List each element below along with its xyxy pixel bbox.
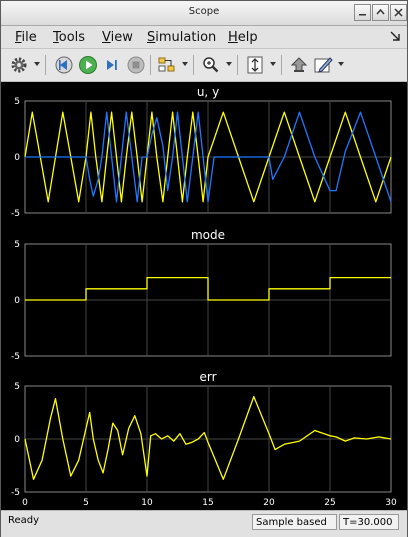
close-icon[interactable] [390,4,407,21]
menu-bar: File Tools View Simulation Help [1,26,407,49]
y-tick-label: 5 [14,97,20,107]
menu-file[interactable]: File [15,30,37,45]
menu-help-mnemonic: H [228,30,238,45]
menu-simulation[interactable]: Simulation [147,30,216,45]
minimize-icon[interactable] [354,4,371,21]
x-tick-label: 20 [263,498,275,508]
autoscale-icon[interactable] [245,55,265,75]
plot-title: mode [191,228,225,242]
highlight-dropdown-icon[interactable] [182,62,188,66]
menu-tools-label: ools [58,30,86,45]
style-icon[interactable] [313,55,333,75]
step-back-icon[interactable] [54,55,74,75]
y-tick-label: -5 [11,209,20,219]
toolbar-separator [237,55,238,75]
x-tick-label: 25 [324,498,335,508]
x-tick-label: 30 [385,498,397,508]
highlight-block-icon[interactable] [157,55,177,75]
menu-view-label: iew [110,30,133,45]
menu-tools[interactable]: Tools [53,30,85,45]
scope-window: Scope File Tools View Simulation Help u,… [0,0,408,537]
settings-dropdown-icon[interactable] [34,62,40,66]
simulation-time-indicator: T=30.000 [339,514,399,530]
maximize-icon[interactable] [372,4,389,21]
x-tick-label: 15 [202,498,213,508]
stop-icon[interactable] [126,55,146,75]
y-tick-label: 5 [14,240,20,250]
menu-view-mnemonic: V [102,30,111,45]
step-forward-icon[interactable] [102,55,122,75]
zoom-icon[interactable] [201,55,221,75]
y-tick-label: 0 [14,296,20,306]
style-dropdown-icon[interactable] [338,62,344,66]
sample-mode-indicator: Sample based [252,514,337,530]
menu-file-label: ile [21,30,37,45]
plot-title: err [199,370,216,384]
y-tick-label: 5 [14,382,20,392]
y-tick-label: 0 [14,153,20,163]
y-tick-label: 0 [14,435,20,445]
window-title: Scope [188,6,220,17]
plot-title: u, y [197,85,219,99]
toolbar-separator [281,55,282,75]
menu-simulation-label: imulation [155,30,217,45]
toolbar [1,49,407,82]
y-tick-label: -5 [11,352,20,362]
restore-icon[interactable] [289,55,309,75]
x-tick-label: 10 [141,498,153,508]
x-tick-label: 5 [83,498,89,508]
settings-icon[interactable] [9,55,29,75]
menu-view[interactable]: View [102,30,133,45]
run-icon[interactable] [78,55,98,75]
status-bar: Ready Sample based T=30.000 [1,510,407,537]
menu-help-label: elp [237,30,258,45]
zoom-dropdown-icon[interactable] [226,62,232,66]
status-ready: Ready [8,515,40,526]
x-tick-label: 0 [22,498,28,508]
toolbar-separator [193,55,194,75]
y-tick-label: -5 [11,488,20,498]
autoscale-dropdown-icon[interactable] [270,62,276,66]
menu-help[interactable]: Help [228,30,258,45]
title-bar: Scope [1,1,407,26]
scope-plot-area: u, y 5 0 -5 mode 5 0 -5 err 5 0 -5 0 5 10 15 20 25 30 [1,82,407,510]
toolbar-separator [150,55,151,75]
scope-plots-svg: u, y50-5mode50-5err50-50 5 10 15 20 25 30 [11,85,397,508]
dock-pin-icon[interactable] [389,30,401,45]
toolbar-separator [45,55,46,75]
